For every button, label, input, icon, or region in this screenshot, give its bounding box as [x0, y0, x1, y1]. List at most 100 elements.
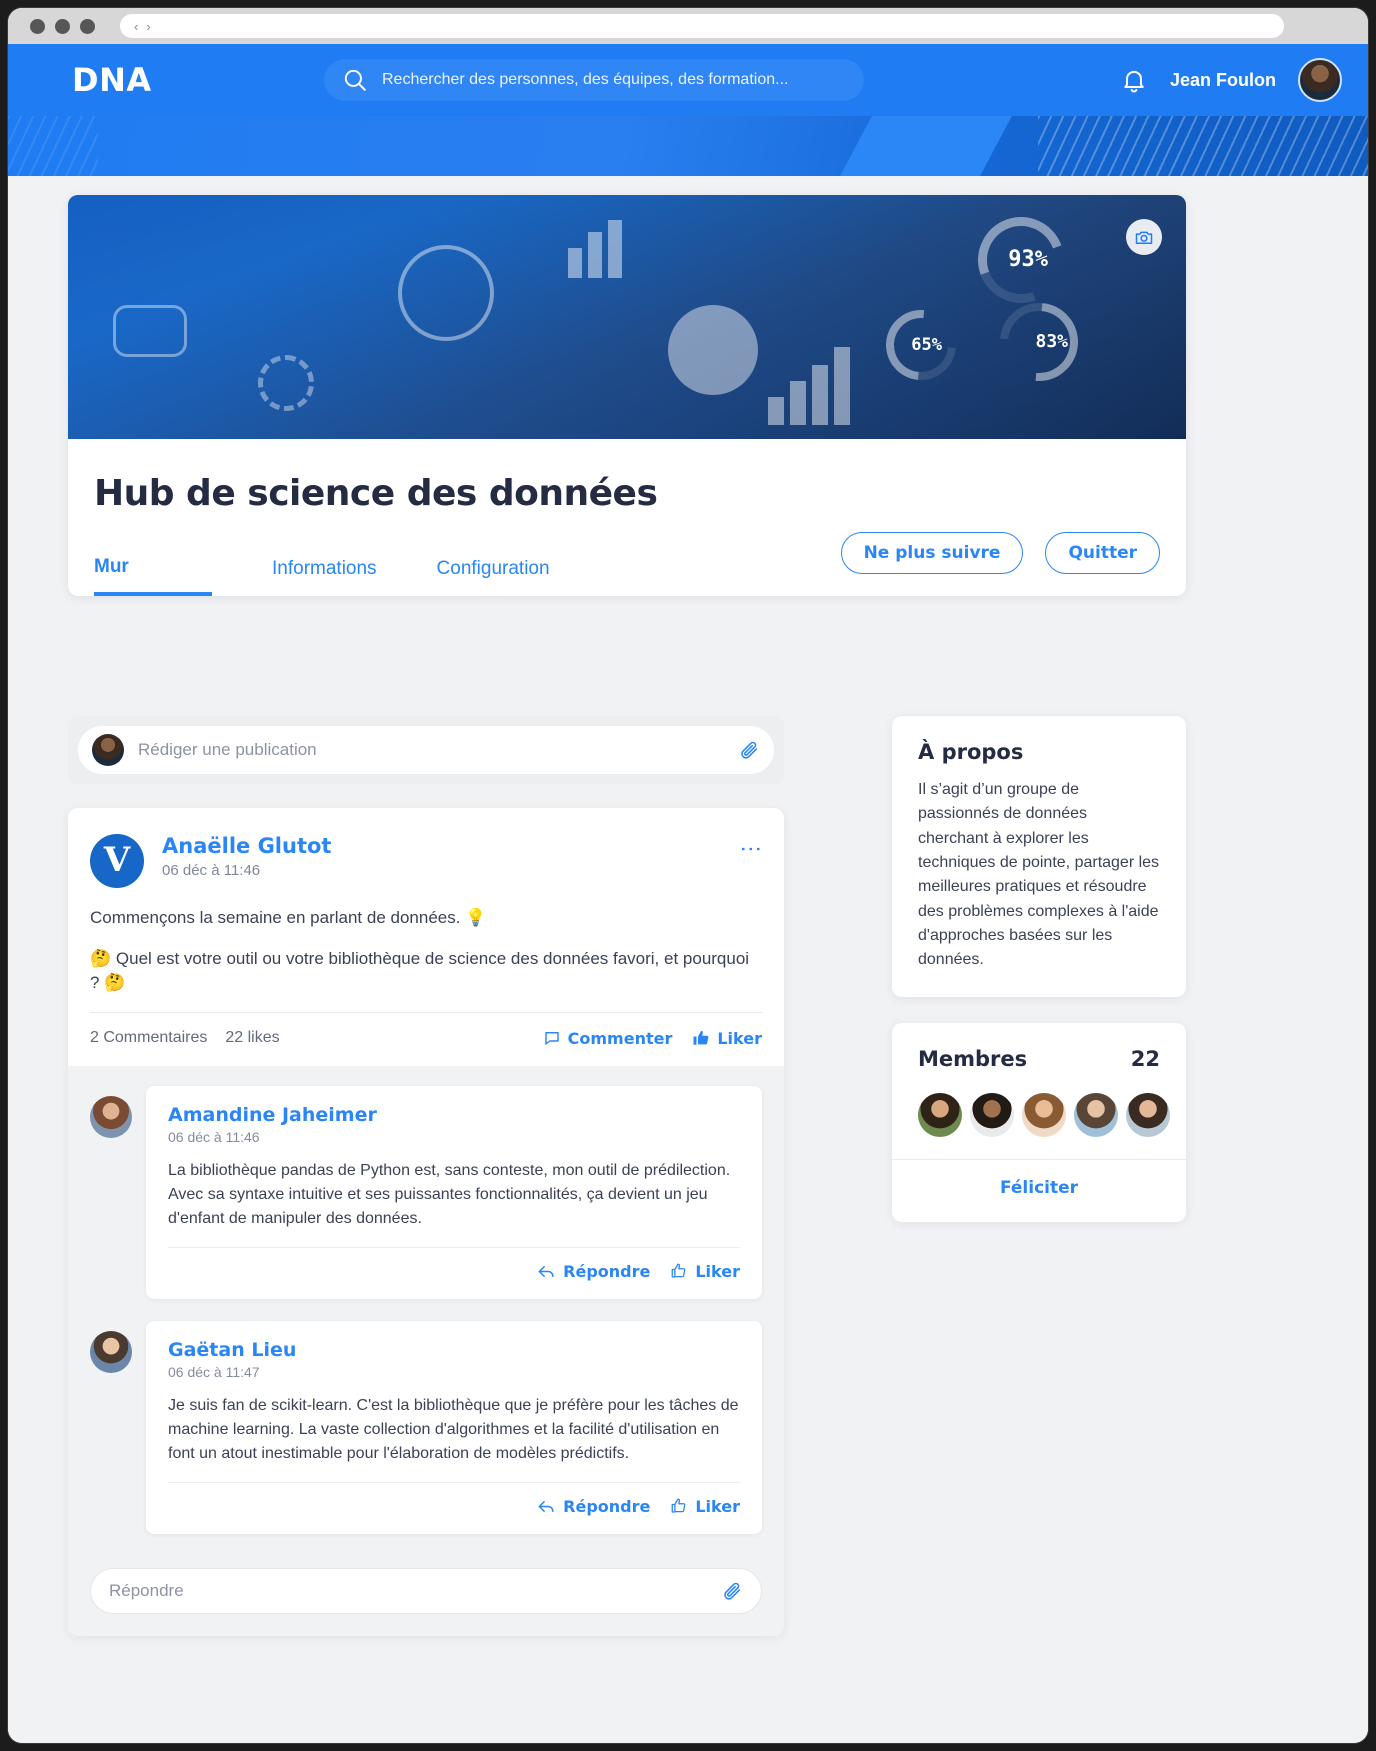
thumbs-up-icon — [692, 1029, 710, 1047]
global-search[interactable] — [324, 59, 864, 101]
group-cover-image: 93% 65% 83% — [68, 195, 1186, 439]
comment-button[interactable]: Commenter — [543, 1028, 673, 1048]
kebab-menu-icon[interactable]: ⋮ — [739, 838, 764, 860]
member-avatar-list — [918, 1092, 1170, 1137]
post-author-avatar-letter: V — [103, 839, 131, 880]
close-window-button[interactable] — [30, 18, 45, 34]
avatar[interactable] — [970, 1092, 1014, 1137]
felicitate-button[interactable]: Féliciter — [892, 1158, 1186, 1198]
post-comments-count: 2 Commentaires — [90, 1029, 208, 1047]
about-title: À propos — [918, 740, 1024, 764]
members-header: Membres 22 — [918, 1047, 1160, 1071]
avatar[interactable] — [918, 1092, 962, 1137]
about-card: À propos Il s’agit d’un groupe de passio… — [892, 716, 1186, 997]
cover-stat-2: 65% — [911, 335, 942, 355]
thumbs-up-icon — [670, 1497, 688, 1515]
post-author-avatar: V — [90, 834, 144, 888]
reply-field[interactable] — [90, 1567, 762, 1614]
browser-titlebar: ‹ › — [8, 8, 1368, 44]
avatar — [90, 1095, 132, 1138]
app-viewport: DNA Jean Foulon — [8, 44, 1368, 1743]
avatar — [92, 734, 124, 766]
post-actions: Commenter Liker — [543, 1029, 762, 1048]
avatar[interactable] — [1074, 1092, 1118, 1137]
comment-card: Gaëtan Lieu 06 déc à 11:47 Je suis fan d… — [146, 1320, 762, 1534]
comment-timestamp: 06 déc à 11:46 — [168, 1128, 260, 1145]
comment-button-label: Commenter — [567, 1028, 673, 1048]
group-tabs: Mur Informations Configuration Ne plus s… — [68, 514, 1186, 596]
tab-configuration[interactable]: Configuration — [437, 558, 550, 596]
comment-author-name[interactable]: Amandine Jaheimer — [168, 1104, 740, 1126]
change-cover-button[interactable] — [1126, 219, 1162, 255]
avatar[interactable] — [1126, 1092, 1170, 1137]
avatar[interactable] — [1022, 1092, 1066, 1137]
members-title: Membres — [918, 1046, 1028, 1071]
app-logo[interactable]: DNA — [72, 61, 152, 99]
camera-icon — [1134, 227, 1154, 247]
members-count: 22 — [1130, 1046, 1160, 1071]
unfollow-button[interactable]: Ne plus suivre — [840, 532, 1024, 574]
reply-button[interactable]: Répondre — [537, 1262, 650, 1281]
tab-mur[interactable]: Mur — [94, 556, 212, 596]
members-card: Membres 22 Féliciter — [892, 1022, 1186, 1222]
comment-item: Amandine Jaheimer 06 déc à 11:46 La bibl… — [90, 1085, 762, 1299]
right-sidebar: À propos Il s’agit d’un groupe de passio… — [892, 716, 1186, 1248]
post-card: V Anaëlle Glutot 06 déc à 11:46 ⋮ Commen… — [68, 808, 784, 1636]
compose-post-input[interactable] — [138, 740, 724, 760]
post-timestamp: 06 déc à 11:46 — [162, 862, 261, 879]
minimize-window-button[interactable] — [55, 18, 70, 34]
browser-window: ‹ › DNA Rechercher des personnes, des éq… — [8, 8, 1368, 1743]
compose-post-card — [68, 716, 784, 784]
comment-card: Amandine Jaheimer 06 déc à 11:46 La bibl… — [146, 1085, 762, 1299]
comment-item: Gaëtan Lieu 06 déc à 11:47 Je suis fan d… — [90, 1320, 762, 1534]
reply-arrow-icon — [537, 1497, 556, 1516]
comment-like-button[interactable]: Liker — [670, 1262, 740, 1281]
maximize-window-button[interactable] — [80, 18, 95, 34]
like-button[interactable]: Liker — [692, 1029, 762, 1048]
compose-post-field[interactable] — [78, 726, 774, 774]
browser-address-bar[interactable]: ‹ › — [120, 14, 1284, 38]
reply-button-label: Répondre — [563, 1496, 651, 1516]
paperclip-icon[interactable] — [738, 739, 760, 761]
bell-icon[interactable] — [1120, 66, 1148, 94]
leave-button[interactable]: Quitter — [1045, 532, 1160, 574]
topbar-right-group: Jean Foulon — [1120, 58, 1342, 102]
comment-action-row: Répondre Liker — [168, 1481, 740, 1526]
like-button-label: Liker — [717, 1028, 762, 1048]
search-input[interactable] — [382, 71, 846, 89]
page-title: Hub de science des données — [94, 473, 658, 514]
post-likes-count: 22 likes — [225, 1029, 280, 1047]
user-name-label[interactable]: Jean Foulon — [1170, 70, 1276, 91]
comment-bubble-icon — [543, 1029, 561, 1047]
reply-bar — [68, 1559, 784, 1636]
tab-informations[interactable]: Informations — [272, 558, 377, 596]
comment-like-button[interactable]: Liker — [670, 1497, 740, 1516]
post-paragraph: 🤔 Quel est votre outil ou votre biblioth… — [90, 948, 750, 993]
post-body: Commençons la semaine en parlant de donn… — [68, 888, 784, 996]
comment-like-label: Liker — [695, 1496, 740, 1516]
page-content: 93% 65% 83% Hub de science des données M… — [8, 116, 1368, 1743]
comments-list: Amandine Jaheimer 06 déc à 11:46 La bibl… — [68, 1065, 784, 1560]
comment-timestamp: 06 déc à 11:47 — [168, 1363, 260, 1380]
reply-button[interactable]: Répondre — [537, 1497, 650, 1516]
back-arrow-icon[interactable]: ‹ — [134, 20, 138, 33]
group-header-card: 93% 65% 83% Hub de science des données M… — [68, 195, 1186, 596]
app-topbar: DNA Jean Foulon — [8, 44, 1368, 116]
window-controls[interactable] — [30, 18, 95, 34]
post-author-name[interactable]: Anaëlle Glutot — [162, 834, 331, 858]
comment-action-row: Répondre Liker — [168, 1246, 740, 1291]
comment-text: La bibliothèque pandas de Python est, sa… — [168, 1161, 731, 1227]
thumbs-up-icon — [670, 1262, 688, 1280]
avatar — [90, 1330, 132, 1373]
post-paragraph: Commençons la semaine en parlant de donn… — [90, 908, 487, 927]
post-header: V Anaëlle Glutot 06 déc à 11:46 ⋮ — [68, 808, 784, 888]
reply-input[interactable] — [109, 1580, 721, 1601]
post-meta-row: 2 Commentaires 22 likes Commenter Liker — [90, 1011, 762, 1066]
avatar[interactable] — [1298, 58, 1342, 102]
cover-stat-3: 83% — [1035, 331, 1068, 352]
paperclip-icon[interactable] — [721, 1580, 743, 1602]
about-text: Il s’agit d’un groupe de passionnés de d… — [918, 781, 1160, 969]
comment-author-name[interactable]: Gaëtan Lieu — [168, 1339, 740, 1361]
forward-arrow-icon[interactable]: › — [146, 20, 150, 33]
reply-arrow-icon — [537, 1262, 556, 1281]
